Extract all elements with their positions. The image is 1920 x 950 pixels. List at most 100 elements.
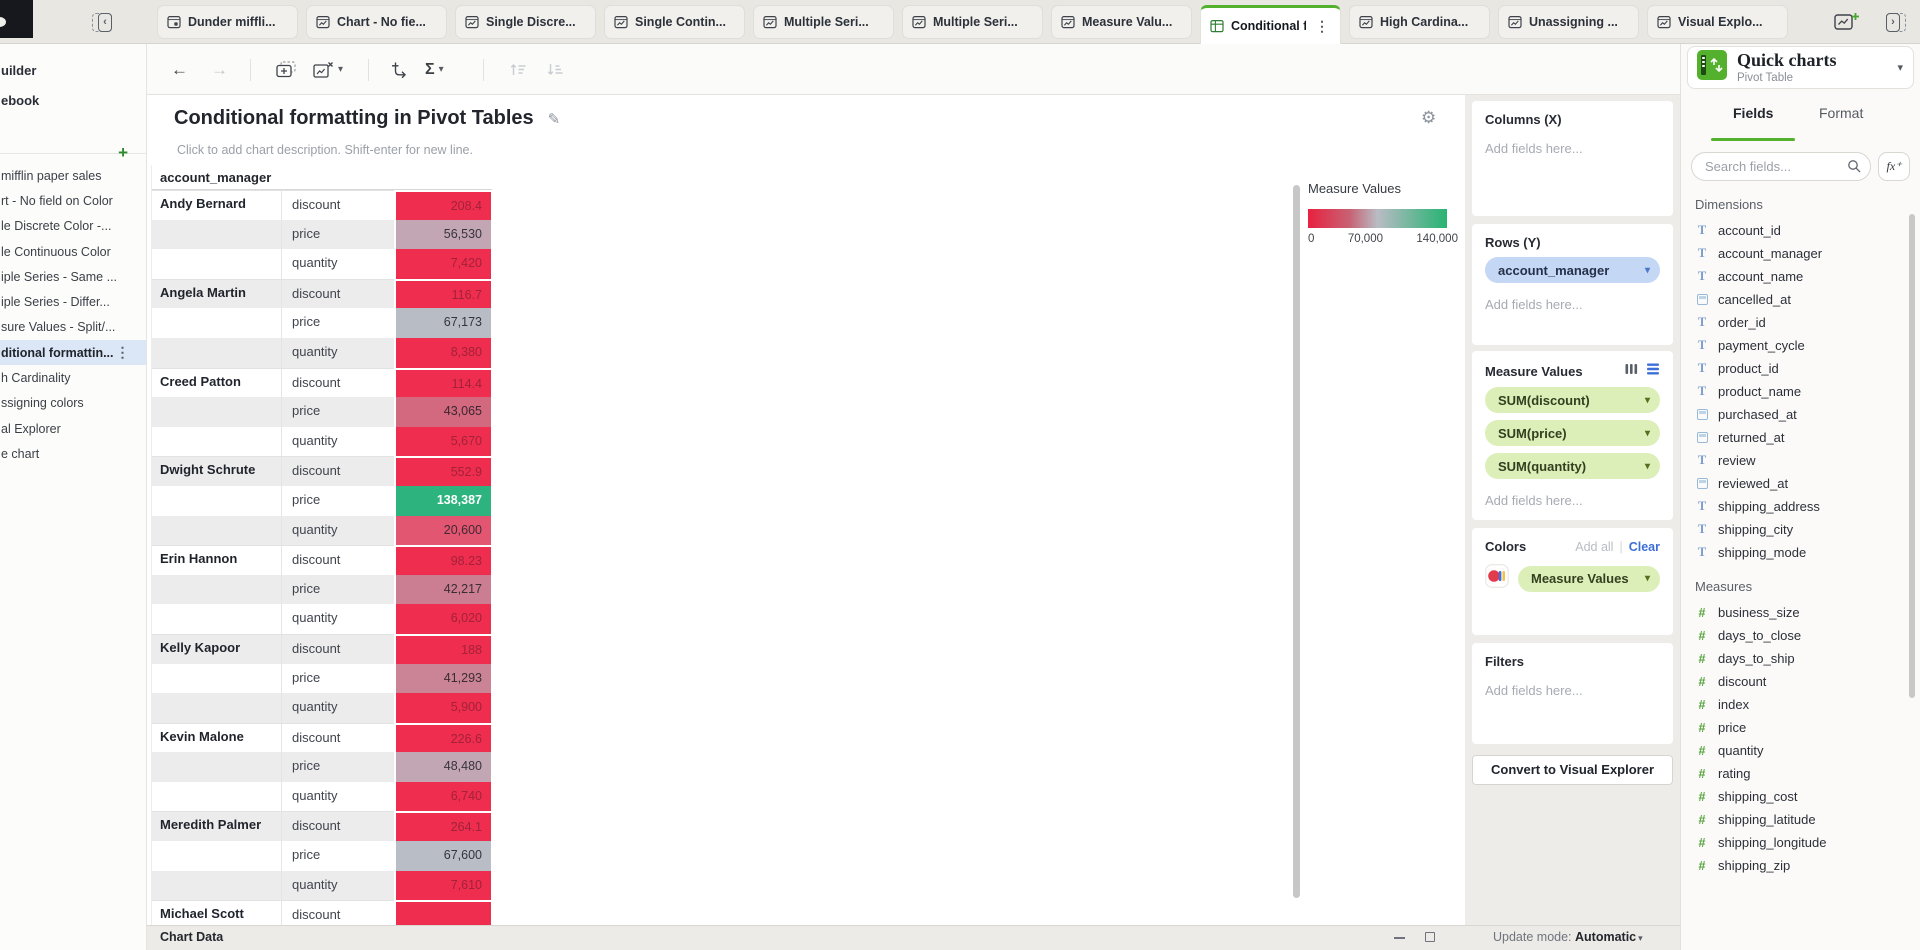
sidebar-item-le-discrete-color[interactable]: le Discrete Color -... — [0, 214, 146, 239]
fields-scrollbar[interactable] — [1909, 214, 1915, 698]
dimension-review[interactable]: Treview — [1681, 449, 1920, 472]
chart-vertical-scrollbar[interactable] — [1293, 185, 1300, 898]
dimension-purchased-at[interactable]: purchased_at — [1681, 403, 1920, 426]
tab-chart-no-fie[interactable]: Chart - No fie... — [306, 5, 447, 39]
value-cell[interactable] — [394, 900, 491, 925]
chart-type-remove-icon[interactable]: ▾ — [313, 44, 343, 95]
value-cell[interactable]: 48,480 — [394, 752, 491, 782]
value-cell[interactable]: 264.1 — [394, 811, 491, 841]
sidebar-item-kebab-icon[interactable]: ⋮ — [114, 344, 132, 361]
dimension-cancelled-at[interactable]: cancelled_at — [1681, 288, 1920, 311]
measure-discount[interactable]: #discount — [1681, 670, 1920, 693]
sidebar-item-h-cardinality[interactable]: h Cardinality — [0, 365, 146, 390]
value-cell[interactable]: 114.4 — [394, 368, 491, 398]
undo-button[interactable]: ← — [171, 44, 188, 95]
chart-title[interactable]: Conditional formatting in Pivot Tables — [174, 107, 534, 130]
pill-caret-icon[interactable]: ▾ — [1645, 265, 1650, 276]
tab-single-discre[interactable]: Single Discre... — [455, 5, 596, 39]
value-cell[interactable]: 226.6 — [394, 723, 491, 753]
expand-panel-icon[interactable]: › — [1886, 13, 1906, 32]
chart-settings-gear-icon[interactable]: ⚙ — [1421, 108, 1436, 128]
value-cell[interactable]: 7,610 — [394, 871, 491, 901]
add-chart-button[interactable]: + — [118, 144, 128, 161]
sidebar-item-iple-series-same[interactable]: iple Series - Same ... — [0, 264, 146, 289]
value-cell[interactable]: 116.7 — [394, 279, 491, 309]
tab-unassigning[interactable]: Unassigning ... — [1498, 5, 1639, 39]
colors-pill-measure-values[interactable]: Measure Values ▾ — [1518, 566, 1660, 592]
color-palette-icon[interactable] — [1485, 564, 1509, 593]
convert-to-visual-explorer-button[interactable]: Convert to Visual Explorer — [1472, 755, 1673, 785]
new-chart-tab-button[interactable] — [1834, 11, 1860, 36]
measure-shipping-longitude[interactable]: #shipping_longitude — [1681, 831, 1920, 854]
duplicate-chart-icon[interactable] — [276, 44, 298, 95]
measure-values-dropzone[interactable]: Add fields here... — [1485, 493, 1660, 508]
dimension-account-name[interactable]: Taccount_name — [1681, 265, 1920, 288]
dimension-account-manager[interactable]: Taccount_manager — [1681, 242, 1920, 265]
sidebar-item-e-chart[interactable]: e chart — [0, 441, 146, 466]
tab-multiple-seri[interactable]: Multiple Seri... — [902, 5, 1043, 39]
sidebar-item-ssigning-colors[interactable]: ssigning colors — [0, 391, 146, 416]
value-cell[interactable]: 552.9 — [394, 456, 491, 486]
columns-dropzone[interactable]: Add fields here... — [1485, 141, 1660, 156]
value-cell[interactable]: 5,900 — [394, 693, 491, 723]
sidebar-item-al-explorer[interactable]: al Explorer — [0, 416, 146, 441]
sidebar-item-mifflin-paper-sales[interactable]: mifflin paper sales — [0, 163, 146, 188]
tab-high-cardina[interactable]: High Cardina... — [1349, 5, 1490, 39]
sort-descending-icon[interactable] — [546, 44, 565, 95]
chart-data-tab[interactable]: Chart Data — [160, 930, 223, 944]
edit-title-pencil-icon[interactable]: ✎ — [548, 110, 561, 128]
pill-caret-icon[interactable]: ▾ — [1645, 461, 1650, 472]
dimension-product-id[interactable]: Tproduct_id — [1681, 357, 1920, 380]
value-cell[interactable]: 20,600 — [394, 516, 491, 546]
chevron-down-icon[interactable]: ▾ — [1897, 61, 1903, 74]
tab-fields[interactable]: Fields — [1733, 105, 1773, 121]
measure-shipping-latitude[interactable]: #shipping_latitude — [1681, 808, 1920, 831]
pill-sum-price[interactable]: SUM(price)▾ — [1485, 420, 1660, 446]
tab-conditional-f[interactable]: Conditional f...⋮ — [1200, 5, 1341, 44]
dimension-account-id[interactable]: Taccount_id — [1681, 219, 1920, 242]
redo-button[interactable]: → — [211, 44, 228, 95]
value-cell[interactable]: 6,020 — [394, 604, 491, 634]
sidebar-item-le-continuous-color[interactable]: le Continuous Color — [0, 239, 146, 264]
pill-sum-quantity[interactable]: SUM(quantity)▾ — [1485, 453, 1660, 479]
value-cell[interactable]: 8,380 — [394, 338, 491, 368]
pill-sum-discount[interactable]: SUM(discount)▾ — [1485, 387, 1660, 413]
layout-columns-icon[interactable] — [1625, 362, 1638, 380]
measure-days-to-close[interactable]: #days_to_close — [1681, 624, 1920, 647]
value-cell[interactable]: 42,217 — [394, 575, 491, 605]
chart-type-selector[interactable]: Quick charts Pivot Table ▾ — [1687, 46, 1914, 89]
tab-single-contin[interactable]: Single Contin... — [604, 5, 745, 39]
tab-dunder-miffli[interactable]: Dunder miffli... — [157, 5, 298, 39]
dimension-shipping-mode[interactable]: Tshipping_mode — [1681, 541, 1920, 564]
value-cell[interactable]: 5,670 — [394, 427, 491, 457]
update-mode-control[interactable]: Update mode: Automatic▾ — [1493, 930, 1643, 944]
sidebar-top-item-ebook[interactable]: ebook — [0, 85, 146, 115]
sidebar-item-ditional-formattin[interactable]: ditional formattin...⋮ — [0, 340, 146, 365]
value-cell[interactable]: 208.4 — [394, 190, 491, 220]
maximize-icon[interactable] — [1425, 932, 1435, 942]
filters-dropzone[interactable]: Add fields here... — [1485, 683, 1660, 698]
measure-quantity[interactable]: #quantity — [1681, 739, 1920, 762]
collapse-sidebar-icon[interactable]: ‹ — [92, 13, 112, 32]
calculated-field-button[interactable]: fx⁺ — [1878, 152, 1910, 181]
chart-description-placeholder[interactable]: Click to add chart description. Shift-en… — [177, 143, 473, 157]
dimension-returned-at[interactable]: returned_at — [1681, 426, 1920, 449]
clear-link[interactable]: Clear — [1629, 540, 1660, 554]
value-cell[interactable]: 56,530 — [394, 220, 491, 250]
measure-rating[interactable]: #rating — [1681, 762, 1920, 785]
value-cell[interactable]: 188 — [394, 634, 491, 664]
dimension-order-id[interactable]: Torder_id — [1681, 311, 1920, 334]
dimension-shipping-city[interactable]: Tshipping_city — [1681, 518, 1920, 541]
measure-price[interactable]: #price — [1681, 716, 1920, 739]
tab-format[interactable]: Format — [1819, 105, 1863, 121]
value-cell[interactable]: 7,420 — [394, 249, 491, 279]
layout-rows-icon[interactable] — [1646, 362, 1660, 380]
rows-dropzone[interactable]: Add fields here... — [1485, 297, 1660, 312]
measure-business-size[interactable]: #business_size — [1681, 601, 1920, 624]
tab-measure-valu[interactable]: Measure Valu... — [1051, 5, 1192, 39]
value-cell[interactable]: 67,600 — [394, 841, 491, 871]
tab-multiple-seri[interactable]: Multiple Seri... — [753, 5, 894, 39]
add-all-link[interactable]: Add all — [1575, 540, 1613, 554]
rows-pill-account-manager[interactable]: account_manager ▾ — [1485, 257, 1660, 283]
measure-shipping-cost[interactable]: #shipping_cost — [1681, 785, 1920, 808]
